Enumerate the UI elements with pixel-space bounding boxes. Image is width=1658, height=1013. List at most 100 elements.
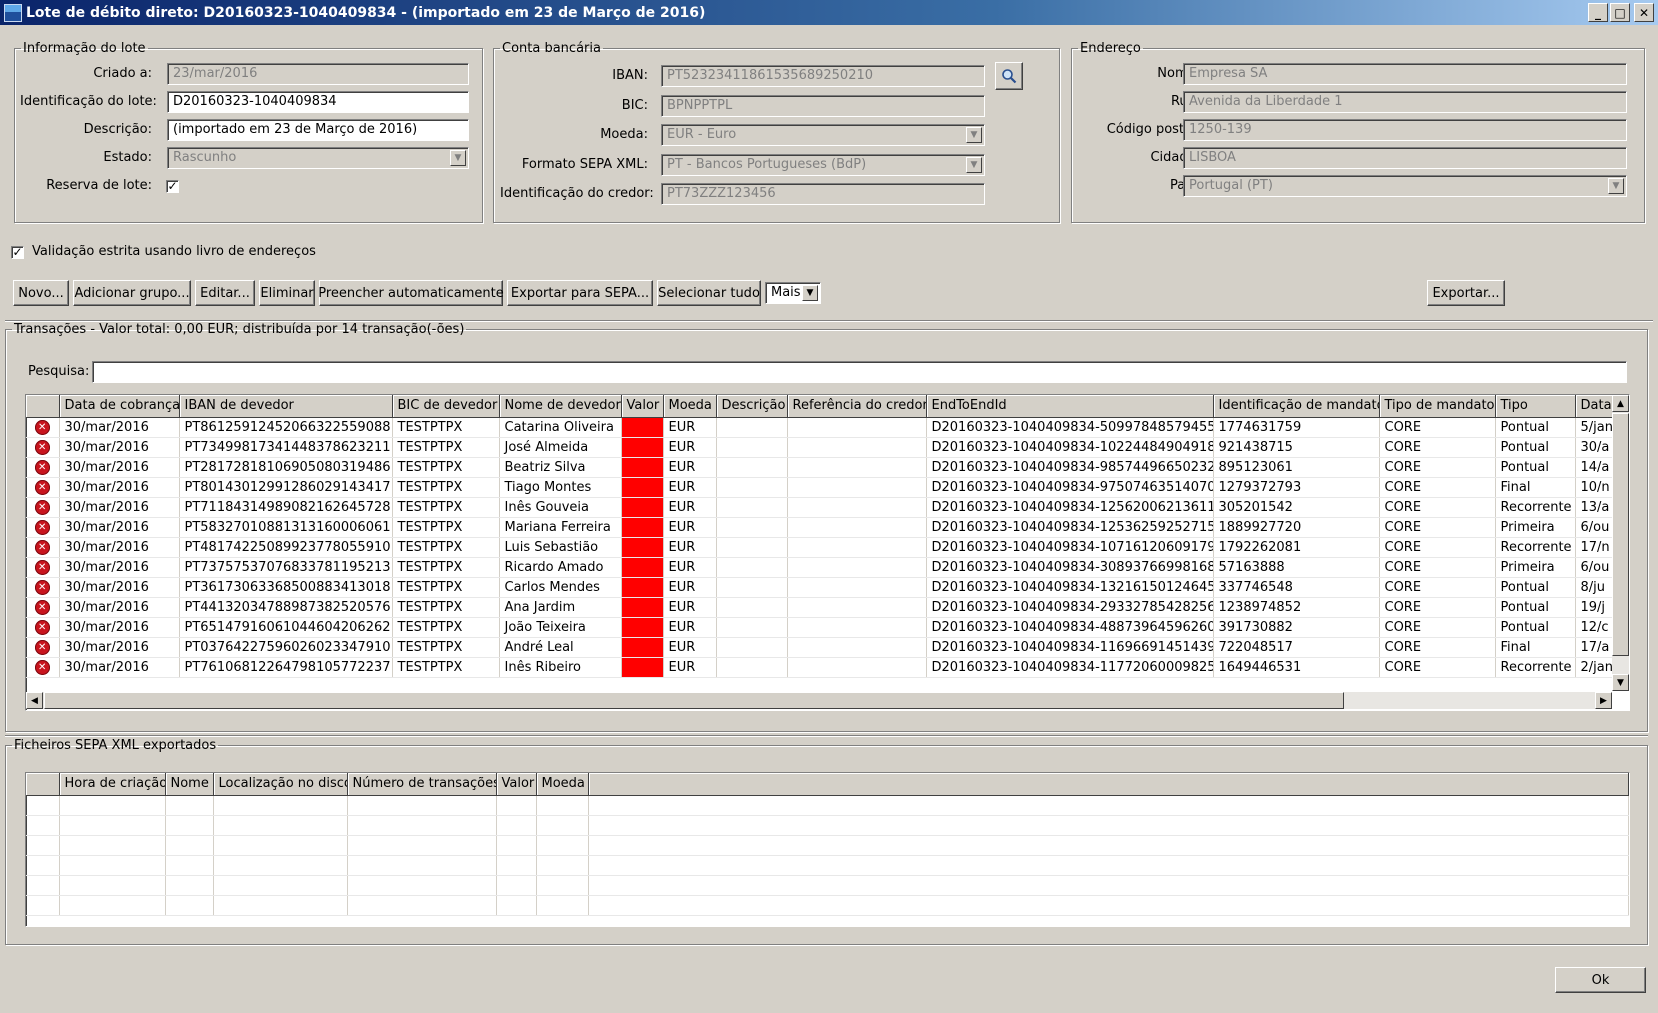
table-row[interactable]: ✕ 30/mar/2016 PT44132034788987382520576 TES… [26,597,1623,618]
maximize-button[interactable]: □ [1610,3,1630,22]
table-row[interactable]: ✕ 30/mar/2016 PT86125912452066322559088 TES… [26,417,1623,438]
scroll-thumb[interactable] [1612,413,1629,656]
exportar-sepa-button[interactable]: Exportar para SEPA... [507,280,653,306]
editar-button[interactable]: Editar... [195,280,255,306]
empty-cell [59,815,166,836]
cell-mandato-id: 1279372793 [1213,477,1380,498]
col-bic[interactable]: BIC de devedor [392,395,500,418]
col-valor[interactable]: Valor [621,395,664,418]
col-status[interactable] [26,395,60,418]
table-row[interactable]: ✕ 30/mar/2016 PT03764227596026023347910 TES… [26,637,1623,658]
col-hora-criacao[interactable]: Hora de criação [59,773,166,796]
cell-iban-devedor: PT71184314989082162645728 [179,497,393,518]
cell-endtoendid: D20160323-1040409834-10224484904918 [926,437,1214,458]
h-scroll-thumb[interactable] [44,692,1344,709]
table-row[interactable]: ✕ 30/mar/2016 PT76106812264798105772237 TES… [26,657,1623,678]
mais-select[interactable]: Mais ▼ [765,282,821,304]
eliminar-button[interactable]: Eliminar [259,280,315,306]
cell-endtoendid: D20160323-1040409834-12536259252715 [926,517,1214,538]
empty-cell [347,875,497,896]
col-f-status[interactable] [26,773,60,796]
col-endtoendid[interactable]: EndToEndId [926,395,1214,418]
validacao-checkbox[interactable]: ✓ [11,246,24,259]
empty-row [26,815,1629,836]
row-status-cell: ✕ [26,597,60,618]
selecionar-tudo-button[interactable]: Selecionar tudo [657,280,761,306]
cell-moeda: EUR [663,437,717,458]
col-f-valor[interactable]: Valor [496,773,537,796]
vertical-scrollbar[interactable]: ▲ ▼ [1612,395,1629,691]
reserva-checkbox[interactable]: ✓ [166,180,179,193]
moeda-label: Moeda: [600,127,648,142]
cell-tipo-mandato: CORE [1379,617,1496,638]
table-row[interactable]: ✕ 30/mar/2016 PT48174225089923778055910 TES… [26,537,1623,558]
table-row[interactable]: ✕ 30/mar/2016 PT36173063368500883413018 TES… [26,577,1623,598]
table-row[interactable]: ✕ 30/mar/2016 PT73499817341448378623211 TES… [26,437,1623,458]
cell-iban-devedor: PT58327010881313160006061 [179,517,393,538]
col-iban[interactable]: IBAN de devedor [179,395,393,418]
col-num-transacoes[interactable]: Número de transações [347,773,497,796]
exportar-button[interactable]: Exportar... [1427,280,1505,306]
cell-tipo-mandato: CORE [1379,637,1496,658]
app-icon [4,3,22,22]
empty-cell [496,815,537,836]
scroll-right-arrow[interactable]: ▶ [1595,692,1612,709]
cell-tipo-mandato: CORE [1379,537,1496,558]
cell-bic-devedor: TESTPTPX [392,417,500,438]
cell-descricao [716,617,788,638]
scroll-left-arrow[interactable]: ◀ [26,692,43,709]
empty-cell [26,855,60,876]
transacoes-table[interactable]: Data de cobrança IBAN de devedor BIC de … [25,394,1630,711]
table-header: Data de cobrança IBAN de devedor BIC de … [26,395,1623,418]
table-row[interactable]: ✕ 30/mar/2016 PT73757537076833781195213 TES… [26,557,1623,578]
error-icon: ✕ [34,419,50,435]
col-moeda[interactable]: Moeda [663,395,717,418]
col-localizacao[interactable]: Localização no disco [213,773,348,796]
descricao-field[interactable]: (importado em 23 de Março de 2016) [167,119,469,141]
scroll-down-arrow[interactable]: ▼ [1612,674,1629,691]
ok-button[interactable]: Ok [1555,967,1646,993]
minimize-button[interactable]: _ [1588,3,1608,22]
formato-label: Formato SEPA XML: [521,157,648,172]
col-tipo[interactable]: Tipo [1495,395,1576,418]
cell-tipo-mandato: CORE [1379,497,1496,518]
cell-moeda: EUR [663,577,717,598]
col-f-moeda[interactable]: Moeda [536,773,589,796]
col-referencia[interactable]: Referência do credor [787,395,927,418]
col-data-cobranca[interactable]: Data de cobrança [59,395,180,418]
col-tipo-mandato[interactable]: Tipo de mandato [1379,395,1496,418]
cidade-label: Cidade: [1150,150,1200,165]
novo-button[interactable]: Novo... [13,280,69,306]
table-row[interactable]: ✕ 30/mar/2016 PT58327010881313160006061 TES… [26,517,1623,538]
cell-valor [621,437,664,458]
empty-cell [536,855,589,876]
table-header: Hora de criação Nome Localização no disc… [26,773,1629,796]
close-button[interactable]: ✕ [1634,3,1654,22]
table-row[interactable]: ✕ 30/mar/2016 PT80143012991286029143417 TES… [26,477,1623,498]
adicionar-grupo-button[interactable]: Adicionar grupo... [73,280,191,306]
scroll-up-arrow[interactable]: ▲ [1612,395,1629,412]
preencher-button[interactable]: Preencher automaticamente [318,280,504,306]
iban-search-button[interactable] [995,62,1023,90]
table-row[interactable]: ✕ 30/mar/2016 PT65147916061044604206262 TES… [26,617,1623,638]
col-mandato-id[interactable]: Identificação de mandato [1213,395,1380,418]
horizontal-scrollbar[interactable]: ◀ ▶ [26,692,1612,709]
search-input[interactable] [92,361,1627,383]
cell-mandato-id: 57163888 [1213,557,1380,578]
ficheiros-table[interactable]: Hora de criação Nome Localização no disc… [25,772,1630,927]
window-title-bar[interactable]: Lote de débito direto: D20160323-1040409… [0,0,1658,25]
cell-data-cobranca: 30/mar/2016 [59,597,180,618]
empty-cell [213,815,348,836]
table-row[interactable]: ✕ 30/mar/2016 PT28172818106905080319486 TES… [26,457,1623,478]
moeda-value: EUR - Euro [667,127,737,142]
cell-bic-devedor: TESTPTPX [392,477,500,498]
cell-valor [621,497,664,518]
col-descricao[interactable]: Descrição [716,395,788,418]
col-f-nome[interactable]: Nome [165,773,214,796]
cell-moeda: EUR [663,417,717,438]
col-nome[interactable]: Nome de devedor [499,395,622,418]
id-lote-field[interactable]: D20160323-1040409834 [167,91,469,113]
cell-referencia-credor [787,457,927,478]
row-status-cell: ✕ [26,537,60,558]
table-row[interactable]: ✕ 30/mar/2016 PT71184314989082162645728 TES… [26,497,1623,518]
